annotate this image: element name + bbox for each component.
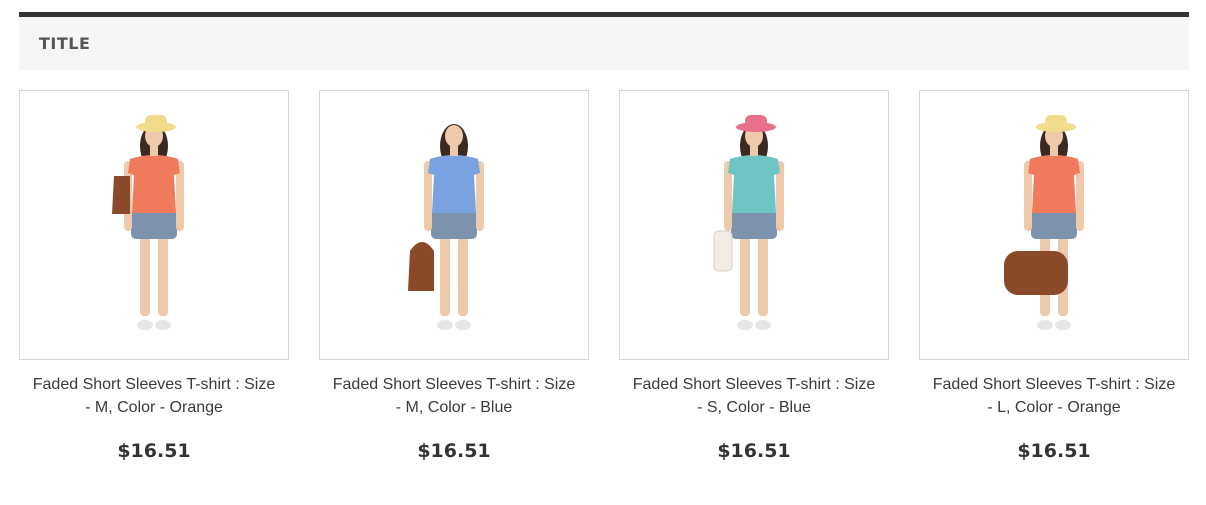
shoe bbox=[1055, 320, 1071, 330]
product-image-link[interactable] bbox=[319, 90, 589, 360]
shoe bbox=[737, 320, 753, 330]
shorts bbox=[131, 209, 177, 239]
leg bbox=[158, 236, 168, 316]
hat-crown bbox=[1045, 115, 1067, 127]
leg bbox=[758, 236, 768, 316]
product-card: Faded Short Sleeves T-shirt : Size - S, … bbox=[619, 90, 889, 462]
neck bbox=[750, 146, 758, 156]
shorts bbox=[731, 209, 777, 239]
leg bbox=[440, 236, 450, 316]
leg bbox=[740, 236, 750, 316]
product-list: Faded Short Sleeves T-shirt : Size - M, … bbox=[19, 90, 1189, 462]
hat-crown bbox=[145, 115, 167, 127]
product-name-link[interactable]: Faded Short Sleeves T-shirt : Size - L, … bbox=[929, 373, 1179, 419]
shorts bbox=[1031, 209, 1077, 239]
product-card: Faded Short Sleeves T-shirt : Size - M, … bbox=[319, 90, 589, 462]
bag bbox=[408, 242, 434, 291]
hat-crown bbox=[745, 115, 767, 127]
face bbox=[445, 125, 463, 147]
shirt bbox=[128, 155, 180, 213]
block-title: TITLE bbox=[39, 34, 91, 53]
shoe bbox=[455, 320, 471, 330]
product-image bbox=[408, 124, 484, 330]
leg bbox=[458, 236, 468, 316]
product-image-link[interactable] bbox=[619, 90, 889, 360]
product-name-link[interactable]: Faded Short Sleeves T-shirt : Size - M, … bbox=[329, 373, 579, 419]
product-card: Faded Short Sleeves T-shirt : Size - M, … bbox=[19, 90, 289, 462]
product-image bbox=[713, 115, 784, 330]
product-price: $16.51 bbox=[117, 440, 191, 462]
bag bbox=[1004, 251, 1068, 295]
shoe bbox=[437, 320, 453, 330]
shoe bbox=[137, 320, 153, 330]
product-name-link[interactable]: Faded Short Sleeves T-shirt : Size - M, … bbox=[29, 373, 279, 419]
product-card: Faded Short Sleeves T-shirt : Size - L, … bbox=[919, 90, 1189, 462]
shirt bbox=[728, 155, 780, 213]
product-image bbox=[1004, 115, 1084, 330]
bag bbox=[112, 176, 130, 214]
shorts bbox=[431, 209, 477, 239]
shoe bbox=[1037, 320, 1053, 330]
product-price: $16.51 bbox=[417, 440, 491, 462]
leg bbox=[140, 236, 150, 316]
product-name-link[interactable]: Faded Short Sleeves T-shirt : Size - S, … bbox=[629, 373, 879, 419]
product-block: TITLE Faded Short Sleeves T-shirt : Size… bbox=[19, 12, 1189, 462]
neck bbox=[150, 146, 158, 156]
neck bbox=[1050, 146, 1058, 156]
shirt bbox=[428, 155, 480, 213]
product-image bbox=[112, 115, 184, 330]
product-image-link[interactable] bbox=[19, 90, 289, 360]
product-price: $16.51 bbox=[717, 440, 791, 462]
shirt bbox=[1028, 155, 1080, 213]
bag bbox=[713, 230, 733, 272]
product-image-link[interactable] bbox=[919, 90, 1189, 360]
product-price: $16.51 bbox=[1017, 440, 1091, 462]
shoe bbox=[755, 320, 771, 330]
block-header: TITLE bbox=[19, 12, 1189, 70]
shoe bbox=[155, 320, 171, 330]
neck bbox=[450, 146, 458, 156]
